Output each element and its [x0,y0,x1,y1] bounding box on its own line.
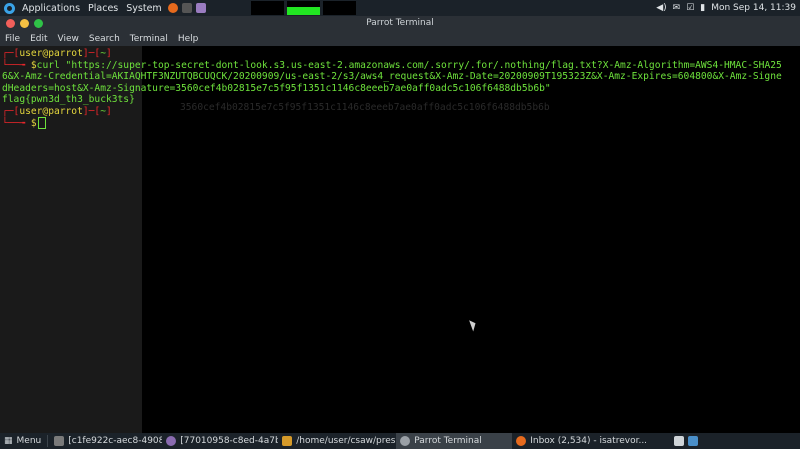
command-wrap-line-1: 6&X-Amz-Credential=AKIAQHTF3NZUTQBCUQCK/… [2,71,782,82]
files-icon [282,436,293,446]
parrot-logo-icon[interactable] [4,2,15,14]
top-panel: Applications Places System ◀) ✉ ☑ ▮ Mon … [0,0,800,16]
prompt-dollar: $ [30,118,37,129]
prompt-user-host: user@parrot [19,48,83,59]
system-tray: ◀) ✉ ☑ ▮ Mon Sep 14, 11:39 [656,0,796,16]
files-launcher-icon[interactable] [195,3,206,13]
text-cursor [37,117,46,129]
menu-file[interactable]: File [0,34,25,44]
command-text: curl "https://super-top-secret-dont-look… [36,59,782,71]
prompt-user-host: user@parrot [19,105,83,117]
taskbar-item-terminal[interactable]: Parrot Terminal [396,433,513,449]
firefox-icon [516,436,527,446]
menu-search[interactable]: Search [84,34,125,44]
applications-menu[interactable]: Applications [18,0,84,16]
workspace-switcher[interactable] [670,433,706,449]
memory-usage-bar [287,7,320,15]
taskbar-item-firefox[interactable]: Inbox (2,534) - isatrevor... [512,433,670,449]
system-monitor-memory [287,1,320,15]
command-line: └──╼ $curl "https://super-top-secret-don… [2,60,796,72]
system-monitor-cpu [251,1,284,15]
firefox-launcher-icon[interactable] [167,3,178,13]
mouse-pointer-icon [469,318,478,332]
places-menu[interactable]: Places [84,0,122,16]
input-line[interactable]: └──╼ $ [2,117,796,129]
prompt-arrow: └──╼ [2,59,31,71]
prompt-bracket-close: ] [105,105,112,117]
main-menu-button[interactable]: ▦ Menu [0,433,45,449]
taskbar-separator [47,435,49,447]
prompt-separator: ]─[ [82,48,101,59]
prompt-line-2: ┌─[user@parrot]─[~] [2,106,796,118]
folder-icon [54,436,65,446]
window-title: Parrot Terminal [366,18,434,28]
prompt-separator: ]─[ [82,105,101,117]
clock[interactable]: Mon Sep 14, 11:39 [711,3,796,13]
prompt-arrow: └──╼ [2,118,31,129]
terminal-icon [400,436,411,446]
menu-terminal[interactable]: Terminal [125,34,173,44]
workspace-2-icon [688,436,699,446]
taskbar-item-folder[interactable]: [c1fe922c-aec8-4908-... [50,433,162,449]
window-titlebar[interactable]: Parrot Terminal [0,16,800,32]
mail-icon[interactable]: ✉ [673,3,681,13]
menu-view[interactable]: View [53,34,84,44]
system-menu[interactable]: System [122,0,165,16]
terminal-area[interactable]: 3560cef4b02815e7c5f95f1351c1146c8eeeb7ae… [0,46,800,433]
prompt-bracket: ┌─[ [2,105,20,117]
menu-help[interactable]: Help [173,34,204,44]
bottom-taskbar: ▦Menu [c1fe922c-aec8-4908-... [77010958-… [0,433,800,449]
workspace-1-icon [674,436,685,446]
terminal-output: ┌─[user@parrot]─[~] └──╼ $curl "https://… [2,48,796,129]
command-wrap-line-2: dHeaders=host&X-Amz-Signature=3560cef4b0… [2,82,551,94]
update-icon[interactable]: ☑ [686,3,694,13]
system-monitor-network [323,1,356,15]
prompt-bracket: ┌─[ [2,48,20,59]
volume-icon[interactable]: ◀) [656,3,666,13]
taskbar-item-files[interactable]: /home/user/csaw/presi... [278,433,396,449]
menubar: File Edit View Search Terminal Help [0,32,800,47]
terminal-launcher-icon[interactable] [181,3,192,13]
menu-edit[interactable]: Edit [25,34,52,44]
taskbar-item-tor[interactable]: [77010958-c8ed-4a7b... [162,433,278,449]
battery-icon[interactable]: ▮ [700,3,705,13]
flag-output: flag{pwn3d_th3_buck3ts} [2,94,135,105]
main-menu-label: Menu [16,436,42,446]
prompt-bracket-close: ] [105,48,112,59]
browser-icon [166,436,177,446]
menu-grid-icon: ▦ [4,436,13,446]
prompt-line-1: ┌─[user@parrot]─[~] [2,48,796,60]
